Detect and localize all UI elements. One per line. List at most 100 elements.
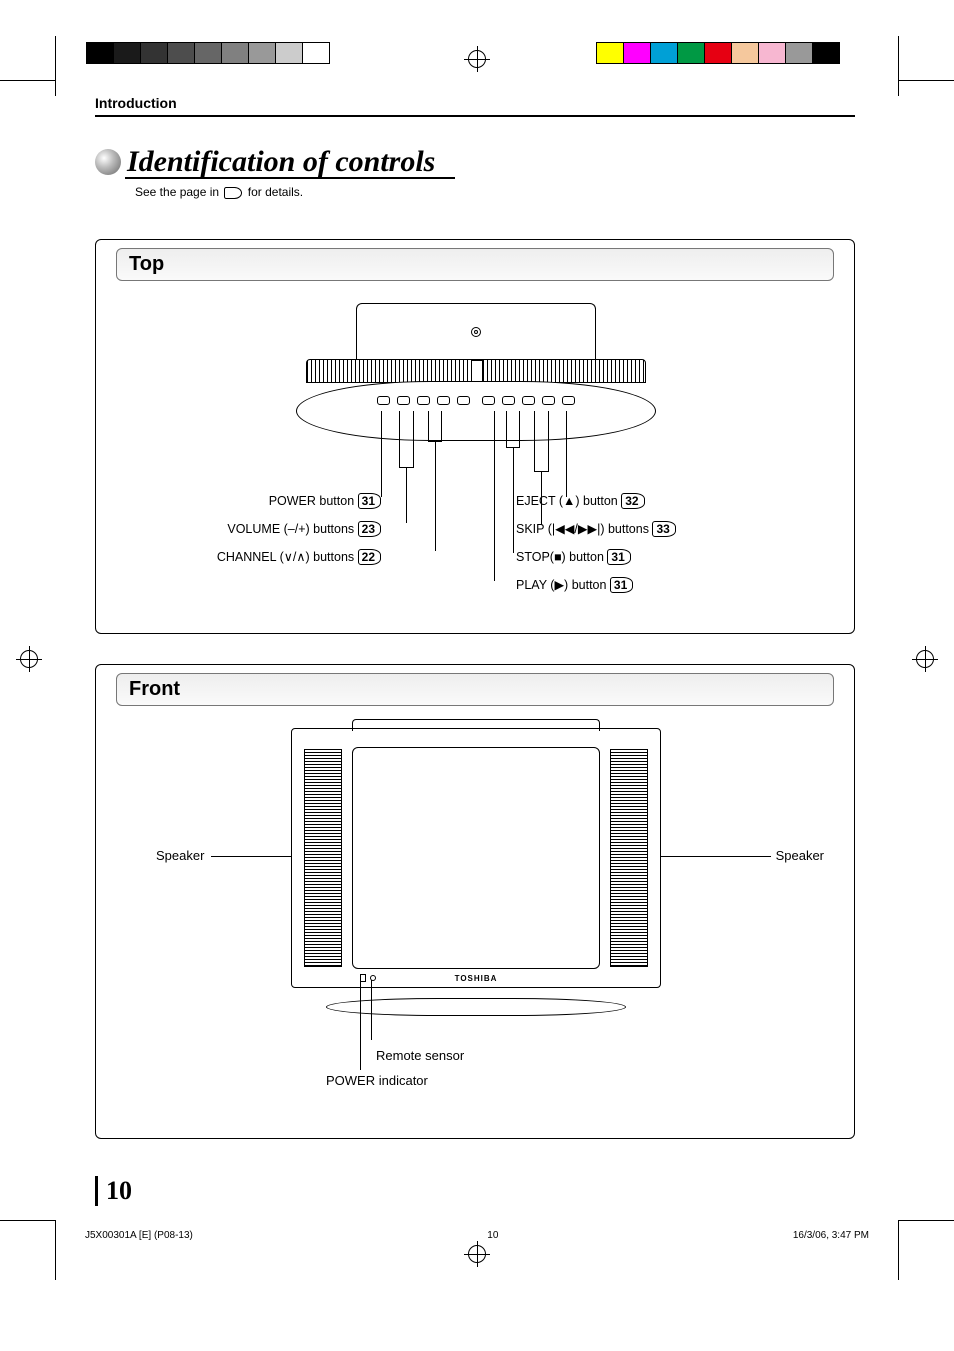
swatch bbox=[167, 42, 195, 64]
lead-line bbox=[519, 411, 520, 447]
bullet-icon bbox=[95, 149, 121, 175]
page-body: Introduction Identification of controls … bbox=[95, 95, 855, 1169]
swatch bbox=[758, 42, 786, 64]
tv-front: TOSHIBA bbox=[291, 728, 661, 988]
swatch bbox=[596, 42, 624, 64]
top-diagram: POWER button 31VOLUME (–/+) buttons 23CH… bbox=[116, 303, 834, 603]
lead-line bbox=[513, 447, 514, 553]
page-ref-icon bbox=[224, 187, 242, 199]
lead-line bbox=[399, 411, 400, 467]
handle-dot-icon bbox=[471, 327, 481, 337]
swatch bbox=[140, 42, 168, 64]
tv-top-shell bbox=[296, 381, 656, 441]
tv-top-strip bbox=[352, 719, 600, 731]
registration-mark-right bbox=[916, 650, 934, 668]
page-ref: 31 bbox=[358, 493, 381, 509]
page-ref: 31 bbox=[610, 577, 633, 593]
footer-datetime: 16/3/06, 3:47 PM bbox=[793, 1230, 869, 1241]
callout: EJECT (▲) button 32 bbox=[516, 493, 746, 509]
crop-mark bbox=[0, 1220, 55, 1221]
crop-mark bbox=[55, 1220, 56, 1280]
registration-mark-top bbox=[468, 50, 486, 68]
page-title: Identification of controls bbox=[127, 145, 435, 179]
crop-mark bbox=[899, 80, 954, 81]
front-bottom-labels: Remote sensor POWER indicator bbox=[326, 1038, 464, 1088]
swatch bbox=[731, 42, 759, 64]
subnote: See the page in for details. bbox=[135, 185, 855, 199]
brand-logo: TOSHIBA bbox=[455, 974, 498, 983]
top-callouts-right: EJECT (▲) button 32 SKIP (|◀◀/▶▶|) button… bbox=[516, 493, 746, 605]
callout: POWER button 31 bbox=[151, 493, 381, 509]
page-ref: 22 bbox=[358, 549, 381, 565]
callout: SKIP (|◀◀/▶▶|) buttons 33 bbox=[516, 521, 746, 537]
callout-label: STOP(■) button bbox=[516, 550, 607, 564]
speaker-label-right: Speaker bbox=[776, 848, 824, 863]
power-indicator-label: POWER indicator bbox=[326, 1073, 464, 1088]
swatch bbox=[302, 42, 330, 64]
page-number: 10 bbox=[95, 1176, 132, 1206]
lead-line bbox=[371, 980, 372, 1040]
callout: PLAY (▶) button 31 bbox=[516, 577, 746, 593]
lead-line bbox=[656, 856, 771, 857]
swatch bbox=[785, 42, 813, 64]
chapter-title: Introduction bbox=[95, 95, 177, 111]
crop-mark bbox=[55, 36, 56, 96]
tv-screen bbox=[352, 747, 600, 969]
lead-line bbox=[534, 411, 535, 471]
callout: STOP(■) button 31 bbox=[516, 549, 746, 565]
footer-doc-id: J5X00301A [E] (P08-13) bbox=[85, 1230, 193, 1241]
swatch bbox=[113, 42, 141, 64]
subnote-text-after: for details. bbox=[248, 185, 303, 199]
swatch bbox=[677, 42, 705, 64]
swatch bbox=[275, 42, 303, 64]
lead-line bbox=[428, 411, 429, 441]
title-block: Identification of controls bbox=[95, 145, 855, 179]
front-panel: Front Speaker Speaker TOSHIBA Remote sen… bbox=[95, 664, 855, 1139]
top-buttons-right bbox=[482, 396, 575, 405]
speaker-grille-right bbox=[610, 749, 648, 967]
registration-mark-bottom bbox=[468, 1245, 486, 1263]
color-bars-gray bbox=[86, 42, 329, 64]
swatch bbox=[86, 42, 114, 64]
callout-label: PLAY (▶) button bbox=[516, 578, 610, 592]
callout-label: VOLUME (–/+) buttons bbox=[227, 522, 357, 536]
remote-sensor-label: Remote sensor bbox=[376, 1048, 464, 1063]
lead-line bbox=[413, 411, 414, 467]
lead-line bbox=[441, 411, 442, 441]
lead-line bbox=[381, 411, 382, 497]
callout: CHANNEL (∨/∧) buttons 22 bbox=[151, 549, 381, 565]
chapter-header: Introduction bbox=[95, 95, 855, 117]
lead-line bbox=[435, 441, 436, 551]
swatch bbox=[248, 42, 276, 64]
lead-line bbox=[548, 411, 549, 471]
swatch bbox=[650, 42, 678, 64]
crop-mark bbox=[0, 80, 55, 81]
footer-page: 10 bbox=[487, 1230, 498, 1241]
page-ref: 23 bbox=[358, 521, 381, 537]
callout-label: POWER button bbox=[269, 494, 358, 508]
callout-label: SKIP (|◀◀/▶▶|) buttons bbox=[516, 522, 652, 536]
crop-mark bbox=[898, 36, 899, 96]
footer: J5X00301A [E] (P08-13) 10 16/3/06, 3:47 … bbox=[85, 1230, 869, 1241]
registration-mark-left bbox=[20, 650, 38, 668]
swatch bbox=[812, 42, 840, 64]
front-diagram: Speaker Speaker TOSHIBA Remote sensor PO… bbox=[116, 728, 834, 1108]
color-bars-color bbox=[596, 42, 839, 64]
lead-line bbox=[406, 467, 407, 523]
tv-vent bbox=[306, 359, 646, 383]
lead-line bbox=[494, 411, 495, 581]
crop-mark bbox=[898, 1220, 899, 1280]
top-panel: Top bbox=[95, 239, 855, 634]
page-ref: 31 bbox=[607, 549, 630, 565]
top-callouts-left: POWER button 31VOLUME (–/+) buttons 23CH… bbox=[151, 493, 381, 577]
lead-line bbox=[566, 411, 567, 497]
front-panel-title: Front bbox=[116, 673, 834, 706]
swatch bbox=[704, 42, 732, 64]
lead-line bbox=[211, 856, 296, 857]
callout: VOLUME (–/+) buttons 23 bbox=[151, 521, 381, 537]
top-panel-title: Top bbox=[116, 248, 834, 281]
swatch bbox=[623, 42, 651, 64]
callout-label: CHANNEL (∨/∧) buttons bbox=[217, 550, 358, 564]
page-ref: 32 bbox=[621, 493, 644, 509]
swatch bbox=[221, 42, 249, 64]
